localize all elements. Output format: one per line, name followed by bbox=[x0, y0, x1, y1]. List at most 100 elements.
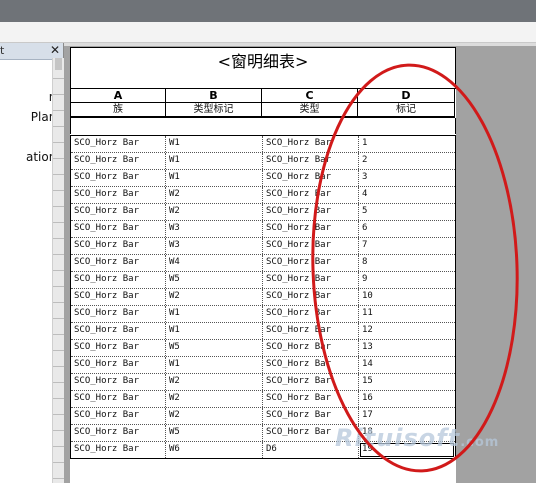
column-name-header: 族 类型标记 类型 标记 bbox=[70, 103, 456, 118]
table-cell[interactable]: SCO_Horz Bar bbox=[263, 221, 359, 237]
table-cell[interactable]: SCO_Horz Bar bbox=[263, 408, 359, 424]
table-cell[interactable]: SCO_Horz Bar bbox=[263, 357, 359, 373]
table-row: SCO_Horz Bar W1 SCO_Horz Bar 1 bbox=[71, 136, 455, 153]
column-letter[interactable]: C bbox=[261, 88, 358, 103]
toolbar-ribbon bbox=[0, 22, 536, 43]
table-row: SCO_Horz Bar W5 SCO_Horz Bar 13 bbox=[71, 340, 455, 357]
table-cell[interactable]: W2 bbox=[166, 289, 263, 305]
table-cell[interactable]: 9 bbox=[359, 272, 455, 288]
table-cell[interactable]: 16 bbox=[359, 391, 455, 407]
watermark-text: Rituisoft bbox=[335, 424, 461, 452]
table-cell[interactable]: 14 bbox=[359, 357, 455, 373]
table-cell[interactable]: SCO_Horz Bar bbox=[71, 289, 166, 305]
table-row: SCO_Horz Bar W2 SCO_Horz Bar 16 bbox=[71, 391, 455, 408]
table-cell[interactable]: 13 bbox=[359, 340, 455, 356]
table-row: SCO_Horz Bar W3 SCO_Horz Bar 7 bbox=[71, 238, 455, 255]
table-cell[interactable]: SCO_Horz Bar bbox=[71, 408, 166, 424]
table-cell[interactable]: SCO_Horz Bar bbox=[71, 170, 166, 186]
table-cell[interactable]: SCO_Horz Bar bbox=[263, 153, 359, 169]
table-cell[interactable]: SCO_Horz Bar bbox=[71, 136, 166, 152]
table-cell[interactable]: 7 bbox=[359, 238, 455, 254]
column-header[interactable]: 类型 bbox=[261, 103, 358, 118]
table-cell[interactable]: W2 bbox=[166, 391, 263, 407]
table-cell[interactable]: W1 bbox=[166, 306, 263, 322]
table-cell[interactable]: SCO_Horz Bar bbox=[263, 238, 359, 254]
table-cell[interactable]: W6 bbox=[166, 442, 263, 458]
table-cell[interactable]: SCO_Horz Bar bbox=[263, 136, 359, 152]
table-cell[interactable]: 8 bbox=[359, 255, 455, 271]
table-cell[interactable]: SCO_Horz Bar bbox=[263, 170, 359, 186]
table-cell[interactable]: W3 bbox=[166, 238, 263, 254]
table-cell[interactable]: W1 bbox=[166, 323, 263, 339]
table-cell[interactable]: 1 bbox=[359, 136, 455, 152]
table-cell[interactable]: SCO_Horz Bar bbox=[71, 272, 166, 288]
column-header[interactable]: 类型标记 bbox=[165, 103, 262, 118]
table-cell[interactable]: SCO_Horz Bar bbox=[263, 204, 359, 220]
table-cell[interactable]: W4 bbox=[166, 255, 263, 271]
table-cell[interactable]: SCO_Horz Bar bbox=[71, 442, 166, 458]
table-cell[interactable]: W5 bbox=[166, 272, 263, 288]
table-cell[interactable]: SCO_Horz Bar bbox=[71, 204, 166, 220]
table-cell[interactable]: W1 bbox=[166, 153, 263, 169]
table-cell[interactable]: W5 bbox=[166, 425, 263, 441]
table-row: SCO_Horz Bar W5 SCO_Horz Bar 9 bbox=[71, 272, 455, 289]
panel-scrollbar[interactable] bbox=[52, 58, 64, 483]
table-cell[interactable]: SCO_Horz Bar bbox=[71, 255, 166, 271]
table-cell[interactable]: 5 bbox=[359, 204, 455, 220]
table-cell[interactable]: 3 bbox=[359, 170, 455, 186]
table-cell[interactable]: SCO_Horz Bar bbox=[71, 221, 166, 237]
table-cell[interactable]: 15 bbox=[359, 374, 455, 390]
table-cell[interactable]: W1 bbox=[166, 136, 263, 152]
table-cell[interactable]: SCO_Horz Bar bbox=[263, 187, 359, 203]
column-header[interactable]: 族 bbox=[70, 103, 166, 118]
table-cell[interactable]: 2 bbox=[359, 153, 455, 169]
table-cell[interactable]: SCO_Horz Bar bbox=[263, 272, 359, 288]
close-icon[interactable]: ✕ bbox=[50, 43, 60, 57]
table-row: SCO_Horz Bar W4 SCO_Horz Bar 8 bbox=[71, 255, 455, 272]
table-row: SCO_Horz Bar W1 SCO_Horz Bar 12 bbox=[71, 323, 455, 340]
table-cell[interactable]: SCO_Horz Bar bbox=[71, 323, 166, 339]
table-cell[interactable]: W2 bbox=[166, 374, 263, 390]
table-cell[interactable]: SCO_Horz Bar bbox=[71, 391, 166, 407]
table-cell[interactable]: SCO_Horz Bar bbox=[263, 374, 359, 390]
table-cell[interactable]: W5 bbox=[166, 340, 263, 356]
table-row: SCO_Horz Bar W2 SCO_Horz Bar 4 bbox=[71, 187, 455, 204]
table-cell[interactable]: W2 bbox=[166, 204, 263, 220]
column-letter[interactable]: D bbox=[357, 88, 455, 103]
table-cell[interactable]: SCO_Horz Bar bbox=[263, 340, 359, 356]
table-cell[interactable]: W3 bbox=[166, 221, 263, 237]
table-cell[interactable]: W2 bbox=[166, 187, 263, 203]
table-cell[interactable]: SCO_Horz Bar bbox=[71, 306, 166, 322]
scrollbar-thumb[interactable] bbox=[55, 58, 62, 70]
table-cell[interactable]: SCO_Horz Bar bbox=[71, 238, 166, 254]
table-cell[interactable]: SCO_Horz Bar bbox=[71, 153, 166, 169]
table-cell[interactable]: W1 bbox=[166, 357, 263, 373]
table-cell[interactable]: 6 bbox=[359, 221, 455, 237]
table-cell[interactable]: W2 bbox=[166, 408, 263, 424]
table-row: SCO_Horz Bar W2 SCO_Horz Bar 10 bbox=[71, 289, 455, 306]
schedule-title[interactable]: <窗明细表> bbox=[70, 47, 456, 89]
canvas-top-strip bbox=[64, 43, 536, 46]
table-cell[interactable]: SCO_Horz Bar bbox=[71, 357, 166, 373]
table-cell[interactable]: SCO_Horz Bar bbox=[263, 323, 359, 339]
table-cell[interactable]: SCO_Horz Bar bbox=[263, 289, 359, 305]
column-letter[interactable]: B bbox=[165, 88, 262, 103]
table-cell[interactable]: SCO_Horz Bar bbox=[71, 340, 166, 356]
table-cell[interactable]: 17 bbox=[359, 408, 455, 424]
table-cell[interactable]: SCO_Horz Bar bbox=[71, 374, 166, 390]
table-cell[interactable]: SCO_Horz Bar bbox=[71, 187, 166, 203]
table-cell[interactable]: SCO_Horz Bar bbox=[263, 391, 359, 407]
table-cell[interactable]: SCO_Horz Bar bbox=[263, 306, 359, 322]
table-row: SCO_Horz Bar W1 SCO_Horz Bar 14 bbox=[71, 357, 455, 374]
column-letter[interactable]: A bbox=[70, 88, 166, 103]
table-cell[interactable]: SCO_Horz Bar bbox=[71, 425, 166, 441]
table-row: SCO_Horz Bar W3 SCO_Horz Bar 6 bbox=[71, 221, 455, 238]
table-row: SCO_Horz Bar W1 SCO_Horz Bar 2 bbox=[71, 153, 455, 170]
table-cell[interactable]: SCO_Horz Bar bbox=[263, 255, 359, 271]
column-header[interactable]: 标记 bbox=[357, 103, 455, 118]
table-cell[interactable]: W1 bbox=[166, 170, 263, 186]
table-cell[interactable]: 10 bbox=[359, 289, 455, 305]
table-cell[interactable]: 11 bbox=[359, 306, 455, 322]
table-cell[interactable]: 12 bbox=[359, 323, 455, 339]
table-cell[interactable]: 4 bbox=[359, 187, 455, 203]
